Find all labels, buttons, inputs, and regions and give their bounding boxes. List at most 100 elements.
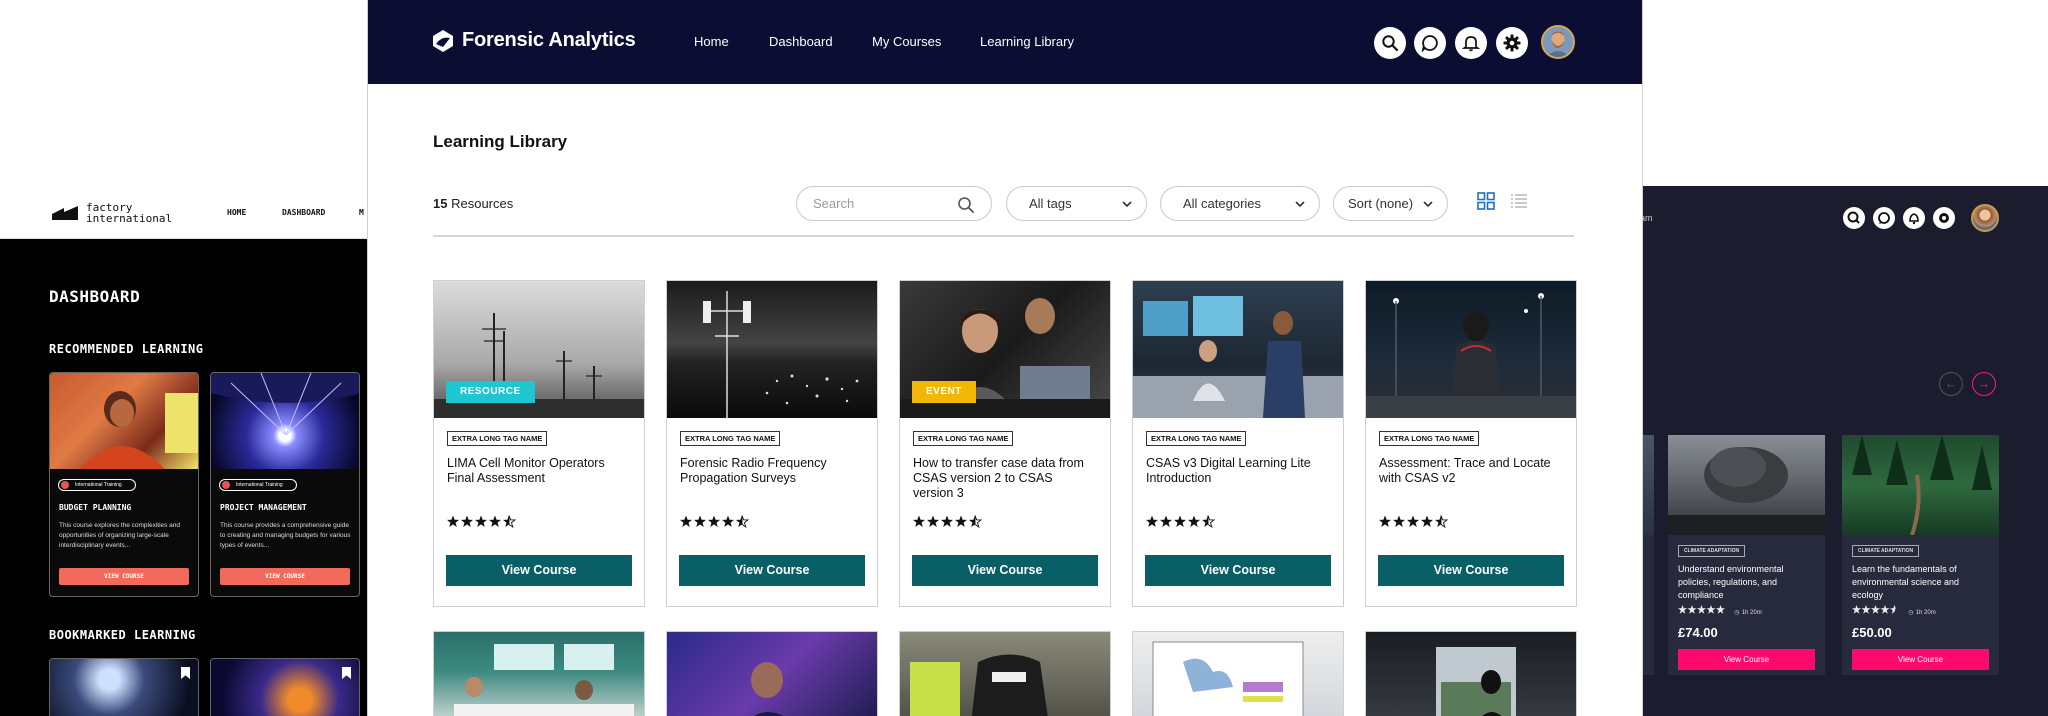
resource-card-image (1366, 281, 1576, 418)
gear-icon[interactable] (1496, 27, 1528, 59)
resource-card-partial[interactable] (1365, 631, 1577, 716)
left-bookmarked-card[interactable] (49, 658, 199, 716)
chevron-down-icon (1423, 201, 1433, 208)
right-card-meta: ◷ 1h 20m (1852, 605, 1936, 616)
left-card-image (50, 373, 198, 469)
resource-count: 15 Resources (433, 196, 513, 211)
resource-title: LIMA Cell Monitor Operators Final Assess… (447, 456, 605, 485)
left-card-pill: International Training (219, 479, 297, 491)
left-dashboard-heading: DASHBOARD (49, 287, 141, 306)
right-card-duration: 1h 20m (1915, 610, 1936, 616)
left-dashboard-app: factory international HOME DASHBOARD M D… (0, 186, 368, 716)
left-card-title: PROJECT MANAGEMENT (220, 503, 307, 512)
left-card-view-button[interactable]: VIEW COURSE (59, 568, 189, 585)
bell-icon[interactable] (1903, 207, 1925, 229)
right-card-meta: ◷ 1h 20m (1678, 605, 1762, 616)
left-course-card[interactable]: International Training PROJECT MANAGEMEN… (210, 372, 360, 597)
view-course-button[interactable]: View Course (1145, 555, 1331, 586)
left-card-view-button[interactable]: VIEW COURSE (220, 568, 350, 585)
bell-icon[interactable] (1455, 27, 1487, 59)
categories-filter-dropdown[interactable]: All categories (1160, 186, 1320, 221)
resource-card-image (910, 654, 1048, 716)
view-course-button[interactable]: View Course (446, 555, 632, 586)
search-field[interactable] (796, 186, 992, 221)
search-input[interactable] (813, 196, 953, 211)
right-avatar[interactable] (1971, 204, 1999, 232)
left-nav-fragment[interactable]: M (359, 208, 364, 217)
view-course-button[interactable]: View Course (912, 555, 1098, 586)
nav-dashboard[interactable]: Dashboard (769, 34, 833, 49)
grid-view-icon[interactable] (1477, 192, 1495, 210)
bookmark-icon[interactable] (342, 667, 351, 679)
left-nav-home[interactable]: HOME (227, 208, 246, 217)
resource-title: How to transfer case data from CSAS vers… (913, 456, 1084, 500)
resource-type-badge: RESOURCE (446, 381, 535, 403)
resource-card[interactable]: EXTRA LONG TAG NAME Assessment: Trace an… (1365, 280, 1577, 607)
pill-dot-icon (222, 481, 230, 489)
gear-icon[interactable] (1933, 207, 1955, 229)
left-nav-dashboard[interactable]: DASHBOARD (282, 208, 325, 217)
rating-stars-icon (1678, 605, 1725, 614)
resource-card-image (1152, 641, 1304, 716)
right-card-price: £74.00 (1678, 625, 1718, 640)
right-card-tag: CLIMATE ADAPTATION (1678, 545, 1746, 557)
rating-stars-icon (680, 515, 750, 529)
resource-card-partial[interactable] (899, 631, 1111, 716)
right-card-image (1842, 435, 1999, 536)
factory-logo-icon (52, 206, 78, 220)
left-card-pill-label: International Training (236, 482, 283, 488)
search-icon[interactable] (1374, 27, 1406, 59)
left-bookmarked-card[interactable] (210, 658, 360, 716)
resource-card[interactable]: EVENT EXTRA LONG TAG NAME How to transfe… (899, 280, 1111, 607)
resource-tag: EXTRA LONG TAG NAME (447, 431, 548, 446)
left-course-card[interactable]: International Training BUDGET PLANNING T… (49, 372, 199, 597)
chevron-down-icon (1122, 201, 1132, 208)
tags-filter-dropdown[interactable]: All tags (1006, 186, 1147, 221)
top-navigation-bar: Forensic Analytics Home Dashboard My Cou… (368, 0, 1642, 84)
carousel-next-icon[interactable]: → (1972, 372, 1996, 396)
resource-card[interactable]: EXTRA LONG TAG NAME CSAS v3 Digital Lear… (1132, 280, 1344, 607)
right-card-duration: 1h 20m (1741, 610, 1762, 616)
search-icon[interactable] (1843, 207, 1865, 229)
resource-tag: EXTRA LONG TAG NAME (1146, 431, 1247, 446)
resource-card[interactable]: RESOURCE EXTRA LONG TAG NAME LIMA Cell M… (433, 280, 645, 607)
pill-dot-icon (61, 481, 69, 489)
user-avatar[interactable] (1541, 25, 1575, 59)
resource-card[interactable]: EXTRA LONG TAG NAME Forensic Radio Frequ… (666, 280, 878, 607)
nav-learning-library[interactable]: Learning Library (980, 34, 1074, 49)
search-magnifier-icon[interactable] (957, 196, 975, 214)
toolbar-divider (433, 235, 1574, 237)
resource-count-number: 15 (433, 196, 448, 211)
chat-icon[interactable] (1873, 207, 1895, 229)
nav-my-courses[interactable]: My Courses (872, 34, 941, 49)
page-title: Learning Library (433, 132, 568, 151)
brand-logo[interactable]: Forensic Analytics (433, 29, 636, 52)
rating-stars-icon (913, 515, 983, 529)
right-card-image (1668, 435, 1825, 535)
resource-title: Assessment: Trace and Locate with CSAS v… (1379, 456, 1551, 485)
right-card-view-button[interactable]: View Course (1678, 649, 1815, 670)
resource-card-image (454, 644, 634, 716)
chat-icon[interactable] (1414, 27, 1446, 59)
left-logo-text: factory international (86, 201, 173, 225)
view-course-button[interactable]: View Course (679, 555, 865, 586)
bookmark-icon[interactable] (181, 667, 190, 679)
resource-title: CSAS v3 Digital Learning Lite Introducti… (1146, 456, 1311, 485)
sort-dropdown[interactable]: Sort (none) (1333, 186, 1448, 221)
resource-card-partial[interactable] (1132, 631, 1344, 716)
right-card-title: Understand environmental policies, regul… (1678, 564, 1784, 600)
right-card-view-button[interactable]: View Course (1852, 649, 1989, 670)
right-course-card[interactable]: CLIMATE ADAPTATION Learn the fundamental… (1842, 435, 1999, 675)
brand-name: Forensic Analytics (462, 29, 636, 51)
resource-card-partial[interactable] (433, 631, 645, 716)
right-card-price: £50.00 (1852, 625, 1892, 640)
resource-card-partial[interactable] (666, 631, 878, 716)
right-course-card[interactable]: CLIMATE ADAPTATION Understand environmen… (1668, 435, 1825, 675)
list-view-icon[interactable] (1510, 192, 1528, 210)
left-recommended-heading: RECOMMENDED LEARNING (49, 342, 204, 356)
carousel-prev-icon[interactable]: ← (1939, 372, 1963, 396)
clock-icon: ◷ (1908, 610, 1914, 616)
view-course-button[interactable]: View Course (1378, 555, 1564, 586)
nav-home[interactable]: Home (694, 34, 729, 49)
resource-card-image (1436, 647, 1516, 716)
